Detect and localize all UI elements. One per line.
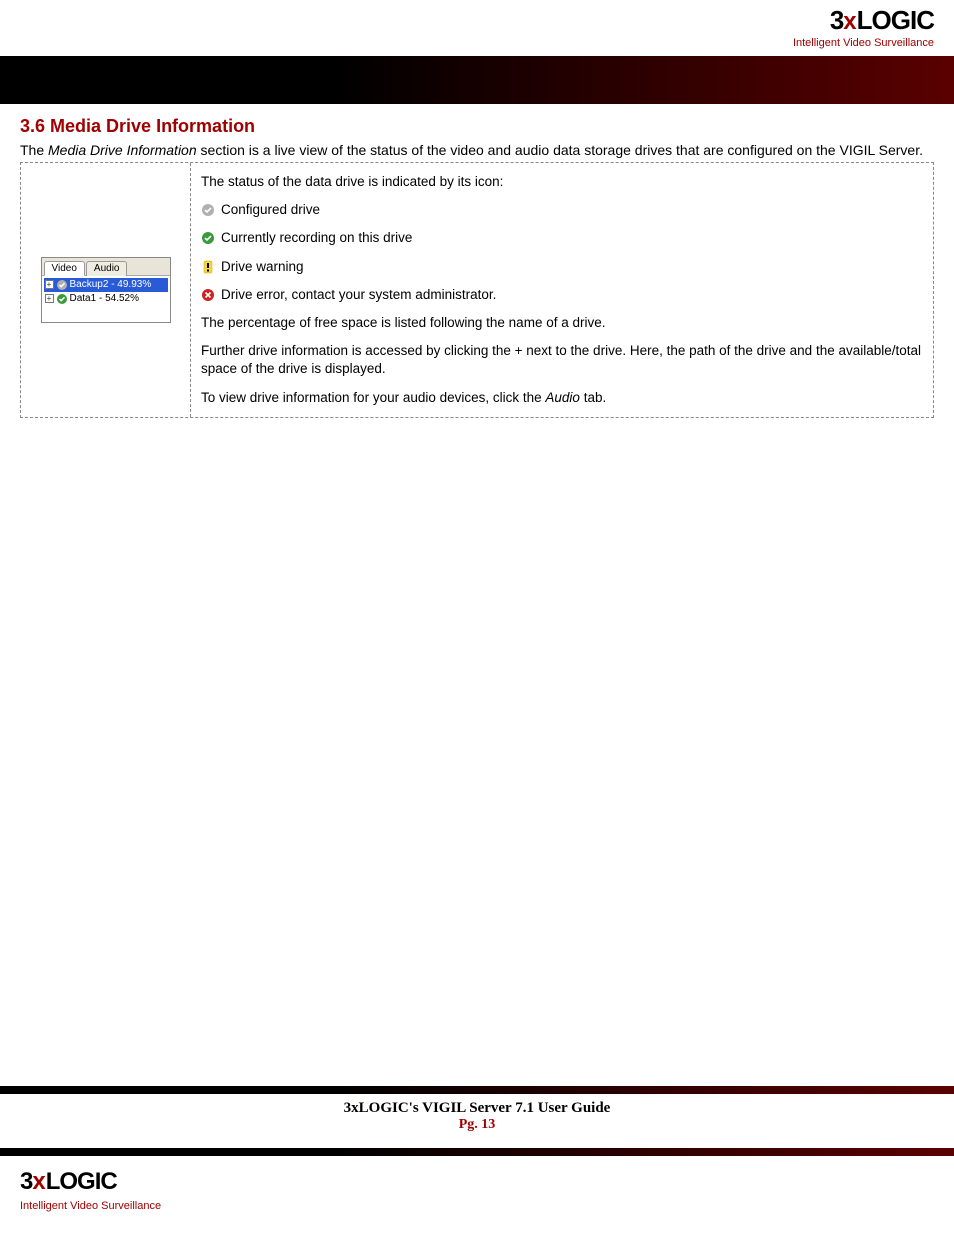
brand-logo-x: x <box>843 8 856 35</box>
footer-brand-logo: 3xLOGIC Intelligent Video Surveillance <box>20 1168 161 1212</box>
intro-lead: The <box>20 142 48 158</box>
brand-logo-prefix: 3 <box>830 5 843 35</box>
further-info-text: Further drive information is accessed by… <box>201 342 927 378</box>
legend-row-recording: Currently recording on this drive <box>201 229 927 247</box>
audio-text-pre: To view drive information for your audio… <box>201 390 545 405</box>
brand-logo-suffix: LOGIC <box>46 1168 117 1195</box>
legend-label: Currently recording on this drive <box>221 229 412 247</box>
brand-tagline: Intelligent Video Surveillance <box>20 1200 161 1212</box>
drive-panel-screenshot: Video Audio + Backup2 - 49.93% + Data1 -… <box>41 257 171 323</box>
brand-logo-prefix: 3 <box>20 1168 32 1195</box>
brand-logo-x: x <box>32 1168 45 1195</box>
content: 3.6 Media Drive Information The Media Dr… <box>20 116 934 418</box>
recording-drive-icon <box>56 293 68 305</box>
drive-row-label: Backup2 - 49.93% <box>70 278 152 292</box>
footer-guide-title: 3xLOGIC's VIGIL Server 7.1 User Guide <box>0 1100 954 1117</box>
drive-row[interactable]: + Backup2 - 49.93% <box>44 278 168 292</box>
intro-italic: Media Drive Information <box>48 142 197 158</box>
brand-logo-suffix: LOGIC <box>857 5 934 35</box>
info-table: Video Audio + Backup2 - 49.93% + Data1 -… <box>20 162 934 418</box>
error-drive-icon <box>201 288 215 302</box>
footer-page-number: Pg. 13 <box>0 1117 954 1133</box>
recording-drive-icon <box>201 231 215 245</box>
tab-audio[interactable]: Audio <box>86 261 128 276</box>
audio-text-ital: Audio <box>545 390 580 405</box>
percent-text: The percentage of free space is listed f… <box>201 314 927 332</box>
footer-band-bottom <box>0 1148 954 1156</box>
drive-tabs: Video Audio <box>42 258 170 276</box>
legend-row-configured: Configured drive <box>201 201 927 219</box>
section-heading: 3.6 Media Drive Information <box>20 116 934 137</box>
footer-band-top <box>0 1086 954 1094</box>
legend-label: Configured drive <box>221 201 320 219</box>
configured-drive-icon <box>56 279 68 291</box>
brand-tagline: Intelligent Video Surveillance <box>793 37 934 49</box>
audio-text-post: tab. <box>580 390 606 405</box>
legend-label: Drive warning <box>221 258 304 276</box>
configured-drive-icon <box>201 203 215 217</box>
brand-logo-text: 3xLOGIC <box>20 1168 117 1195</box>
section-intro: The Media Drive Information section is a… <box>20 141 934 160</box>
footer-text: 3xLOGIC's VIGIL Server 7.1 User Guide Pg… <box>0 1100 954 1133</box>
intro-rest: section is a live view of the status of … <box>197 142 923 158</box>
expand-icon[interactable]: + <box>45 294 54 303</box>
drive-row-label: Data1 - 54.52% <box>70 292 140 306</box>
audio-tab-text: To view drive information for your audio… <box>201 389 927 407</box>
header-band <box>0 56 954 104</box>
drive-row[interactable]: + Data1 - 54.52% <box>44 292 168 306</box>
brand-logo: 3xLOGIC Intelligent Video Surveillance <box>793 7 934 49</box>
legend-label: Drive error, contact your system adminis… <box>221 286 496 304</box>
status-intro-text: The status of the data drive is indicate… <box>201 173 927 191</box>
info-table-left: Video Audio + Backup2 - 49.93% + Data1 -… <box>21 163 191 417</box>
brand-logo-text: 3xLOGIC <box>830 5 934 35</box>
warning-drive-icon <box>201 260 215 274</box>
header: 3xLOGIC Intelligent Video Surveillance <box>0 0 954 56</box>
legend-row-warning: Drive warning <box>201 258 927 276</box>
info-table-right: The status of the data drive is indicate… <box>191 163 933 417</box>
legend-row-error: Drive error, contact your system adminis… <box>201 286 927 304</box>
tab-video[interactable]: Video <box>44 261 85 276</box>
drive-list: + Backup2 - 49.93% + Data1 - 54.52% <box>42 276 170 322</box>
expand-icon[interactable]: + <box>45 280 54 289</box>
